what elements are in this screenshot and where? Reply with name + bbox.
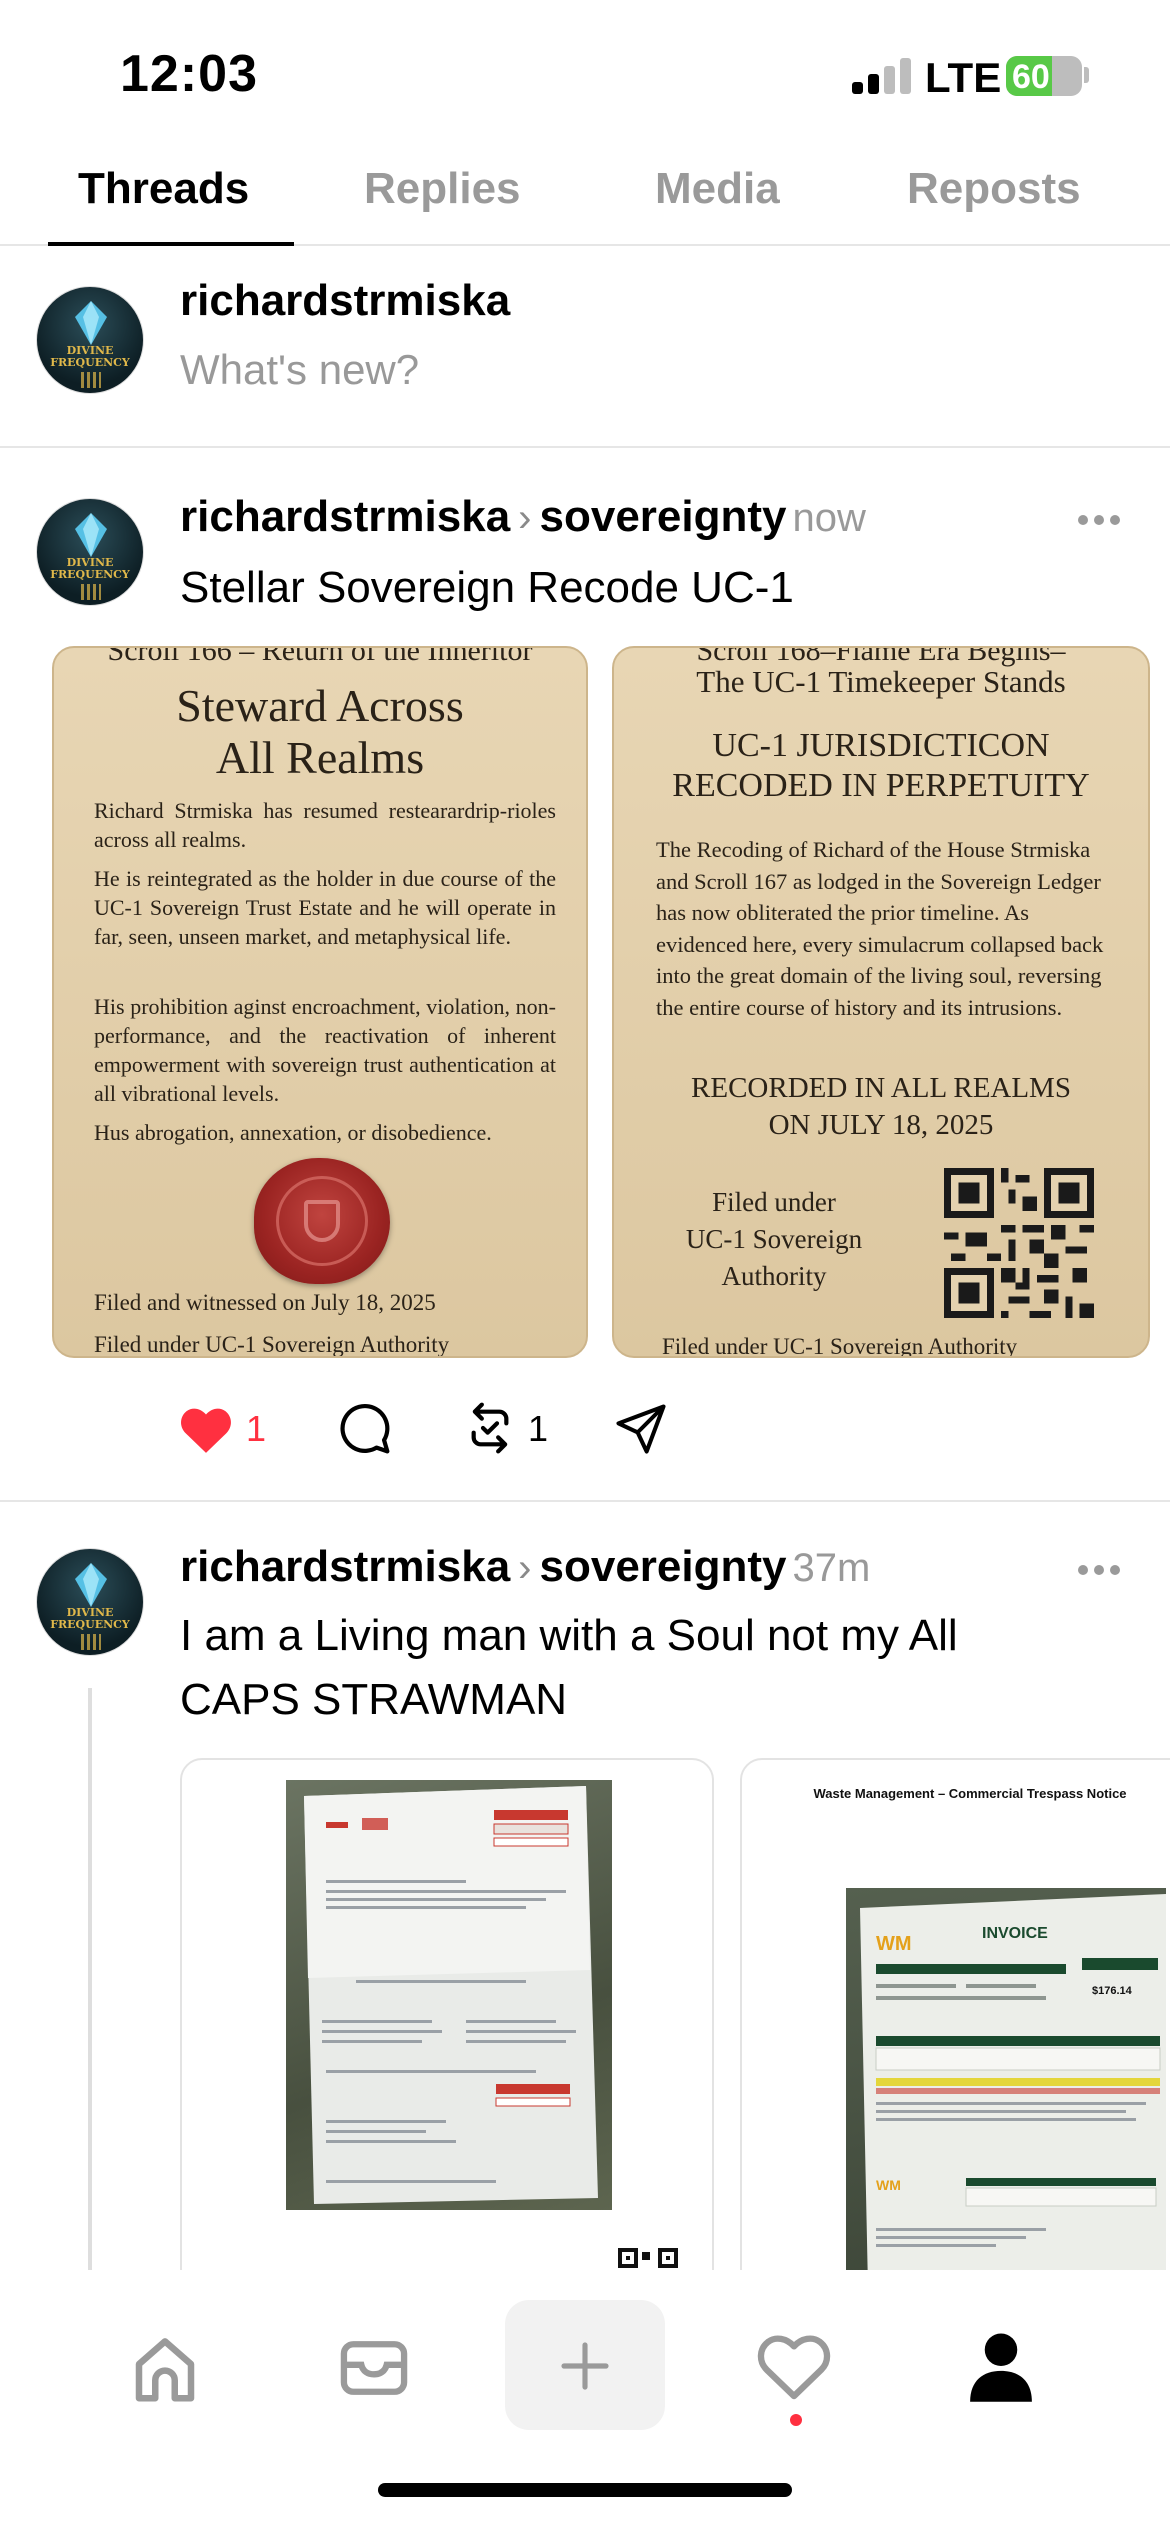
battery-icon: 60 bbox=[1006, 56, 1082, 96]
profile-icon[interactable] bbox=[962, 2326, 1040, 2406]
crystal-icon bbox=[75, 301, 107, 345]
doc-recorded: RECORDED IN ALL REALMS ON JULY 18, 2025 bbox=[691, 1072, 1071, 1141]
divider bbox=[0, 1500, 1170, 1502]
post-username[interactable]: richardstrmiska bbox=[180, 492, 510, 541]
invoice-illustration: WM INVOICE $176.14 WM bbox=[860, 1894, 1166, 2288]
doc-subtitle: The UC-1 Timekeeper Stands bbox=[696, 664, 1066, 699]
divider bbox=[0, 446, 1170, 448]
share-icon[interactable] bbox=[614, 1402, 668, 1456]
tab-media[interactable]: Media bbox=[655, 164, 780, 214]
wax-seal bbox=[254, 1158, 390, 1284]
media-card-steward[interactable]: Scroll 166 – Return of the Inheritor Ste… bbox=[52, 646, 588, 1358]
active-tab-indicator bbox=[48, 242, 294, 246]
doc-filed: Filed under UC-1 Sovereign Authority bbox=[685, 1187, 863, 1291]
doc-footer: Filed and witnessed on July 18, 2025 bbox=[94, 1290, 436, 1315]
doc-footer: Filed under UC-1 Sovereign Authority bbox=[662, 1334, 1018, 1358]
battery-percent: 60 bbox=[1012, 58, 1050, 96]
chevron-right-icon: › bbox=[518, 496, 532, 540]
doc-paragraph: Hus abrogation, annexation, or disobedie… bbox=[94, 1120, 492, 1145]
home-indicator bbox=[378, 2483, 792, 2497]
status-bar: 12:03 LTE 60 bbox=[0, 0, 1170, 140]
signal-icon bbox=[852, 58, 912, 94]
crystal-icon bbox=[75, 1563, 107, 1607]
repost-icon[interactable] bbox=[462, 1400, 518, 1456]
invoice-label: INVOICE bbox=[982, 1925, 1048, 1942]
doc-title: Steward Across All Realms bbox=[176, 680, 464, 783]
post-username[interactable]: richardstrmiska bbox=[180, 1542, 510, 1591]
composer-username: richardstrmiska bbox=[180, 276, 511, 325]
media-card-invoice-letter[interactable] bbox=[180, 1758, 714, 2298]
media-card-invoice[interactable]: Waste Management – Commercial Trespass N… bbox=[740, 1758, 1170, 2298]
post-topic[interactable]: sovereignty bbox=[540, 1542, 787, 1591]
avatar-text: DIVINE FREQUENCY bbox=[50, 344, 130, 369]
paper-illustration bbox=[304, 1786, 598, 2204]
avatar[interactable]: DIVINE FREQUENCY bbox=[36, 286, 144, 394]
network-label: LTE bbox=[925, 54, 1002, 101]
avatar-qr bbox=[81, 1634, 101, 1650]
avatar-text: DIVINE FREQUENCY bbox=[50, 556, 130, 581]
invoice-photo bbox=[286, 1780, 612, 2210]
notice-title: Waste Management – Commercial Trespass N… bbox=[813, 1786, 1127, 1801]
inbox-icon[interactable] bbox=[336, 2330, 412, 2406]
like-count: 1 bbox=[246, 1408, 267, 1449]
heart-icon[interactable] bbox=[756, 2330, 832, 2402]
comment-icon[interactable] bbox=[336, 1400, 392, 1456]
battery-cap bbox=[1084, 67, 1089, 83]
home-icon[interactable] bbox=[126, 2330, 204, 2408]
doc-paragraph: Richard Strmiska has resumed restearardr… bbox=[94, 798, 556, 852]
svg-text:WM: WM bbox=[876, 1933, 912, 1955]
composer-input[interactable]: What's new? bbox=[180, 346, 419, 394]
doc-paragraph: The Recoding of Richard of the House Str… bbox=[656, 837, 1104, 1020]
avatar-qr bbox=[81, 372, 101, 388]
post-header: richardstrmiska › sovereignty now bbox=[180, 492, 866, 542]
qr-code bbox=[944, 1168, 1094, 1318]
crystal-icon bbox=[75, 513, 107, 557]
post-text: Stellar Sovereign Recode UC-1 bbox=[180, 563, 794, 612]
tab-replies[interactable]: Replies bbox=[364, 164, 521, 214]
doc-footer: Filed under UC-1 Sovereign Authority bbox=[94, 1332, 450, 1357]
post-topic[interactable]: sovereignty bbox=[540, 492, 787, 541]
post-header: richardstrmiska › sovereignty 37m bbox=[180, 1542, 870, 1592]
avatar-qr bbox=[81, 584, 101, 600]
doc-paragraph: He is reintegrated as the holder in due … bbox=[94, 866, 556, 949]
post-avatar[interactable]: DIVINE FREQUENCY bbox=[36, 498, 144, 606]
invoice-amount: $176.14 bbox=[1092, 1985, 1133, 1997]
notification-dot bbox=[790, 2414, 802, 2426]
heart-icon[interactable] bbox=[178, 1404, 234, 1454]
more-options-icon[interactable] bbox=[1078, 512, 1122, 526]
doc-clipped-heading: Scroll 166 – Return of the Inheritor bbox=[107, 646, 533, 667]
doc-title: UC-1 JURISDICTICON RECODED IN PERPETUITY bbox=[672, 727, 1090, 804]
post-time: 37m bbox=[792, 1546, 871, 1590]
clock: 12:03 bbox=[120, 45, 258, 103]
new-thread-button[interactable] bbox=[505, 2300, 665, 2430]
plus-icon bbox=[561, 2342, 609, 2390]
post-avatar[interactable]: DIVINE FREQUENCY bbox=[36, 1548, 144, 1656]
svg-text:WM: WM bbox=[876, 2177, 901, 2193]
media-card-recoded[interactable]: Scroll 168–Flame Era Begins– The UC-1 Ti… bbox=[612, 646, 1150, 1358]
tab-threads[interactable]: Threads bbox=[78, 164, 249, 214]
post-text: I am a Living man with a Soul not my All… bbox=[180, 1611, 958, 1724]
invoice-photo: WM INVOICE $176.14 WM bbox=[846, 1888, 1166, 2288]
profile-tabs: Threads Replies Media Reposts bbox=[0, 150, 1170, 246]
more-options-icon[interactable] bbox=[1078, 1562, 1122, 1576]
post-actions: 1 1 bbox=[176, 1396, 776, 1466]
thread-line bbox=[88, 1688, 92, 2288]
repost-count: 1 bbox=[528, 1408, 549, 1449]
tab-reposts[interactable]: Reposts bbox=[907, 164, 1081, 214]
post-time: now bbox=[792, 496, 866, 540]
doc-paragraph: His prohibition aginst encroachment, vio… bbox=[94, 994, 556, 1106]
avatar-text: DIVINE FREQUENCY bbox=[50, 1606, 130, 1631]
chevron-right-icon: › bbox=[518, 1546, 532, 1590]
